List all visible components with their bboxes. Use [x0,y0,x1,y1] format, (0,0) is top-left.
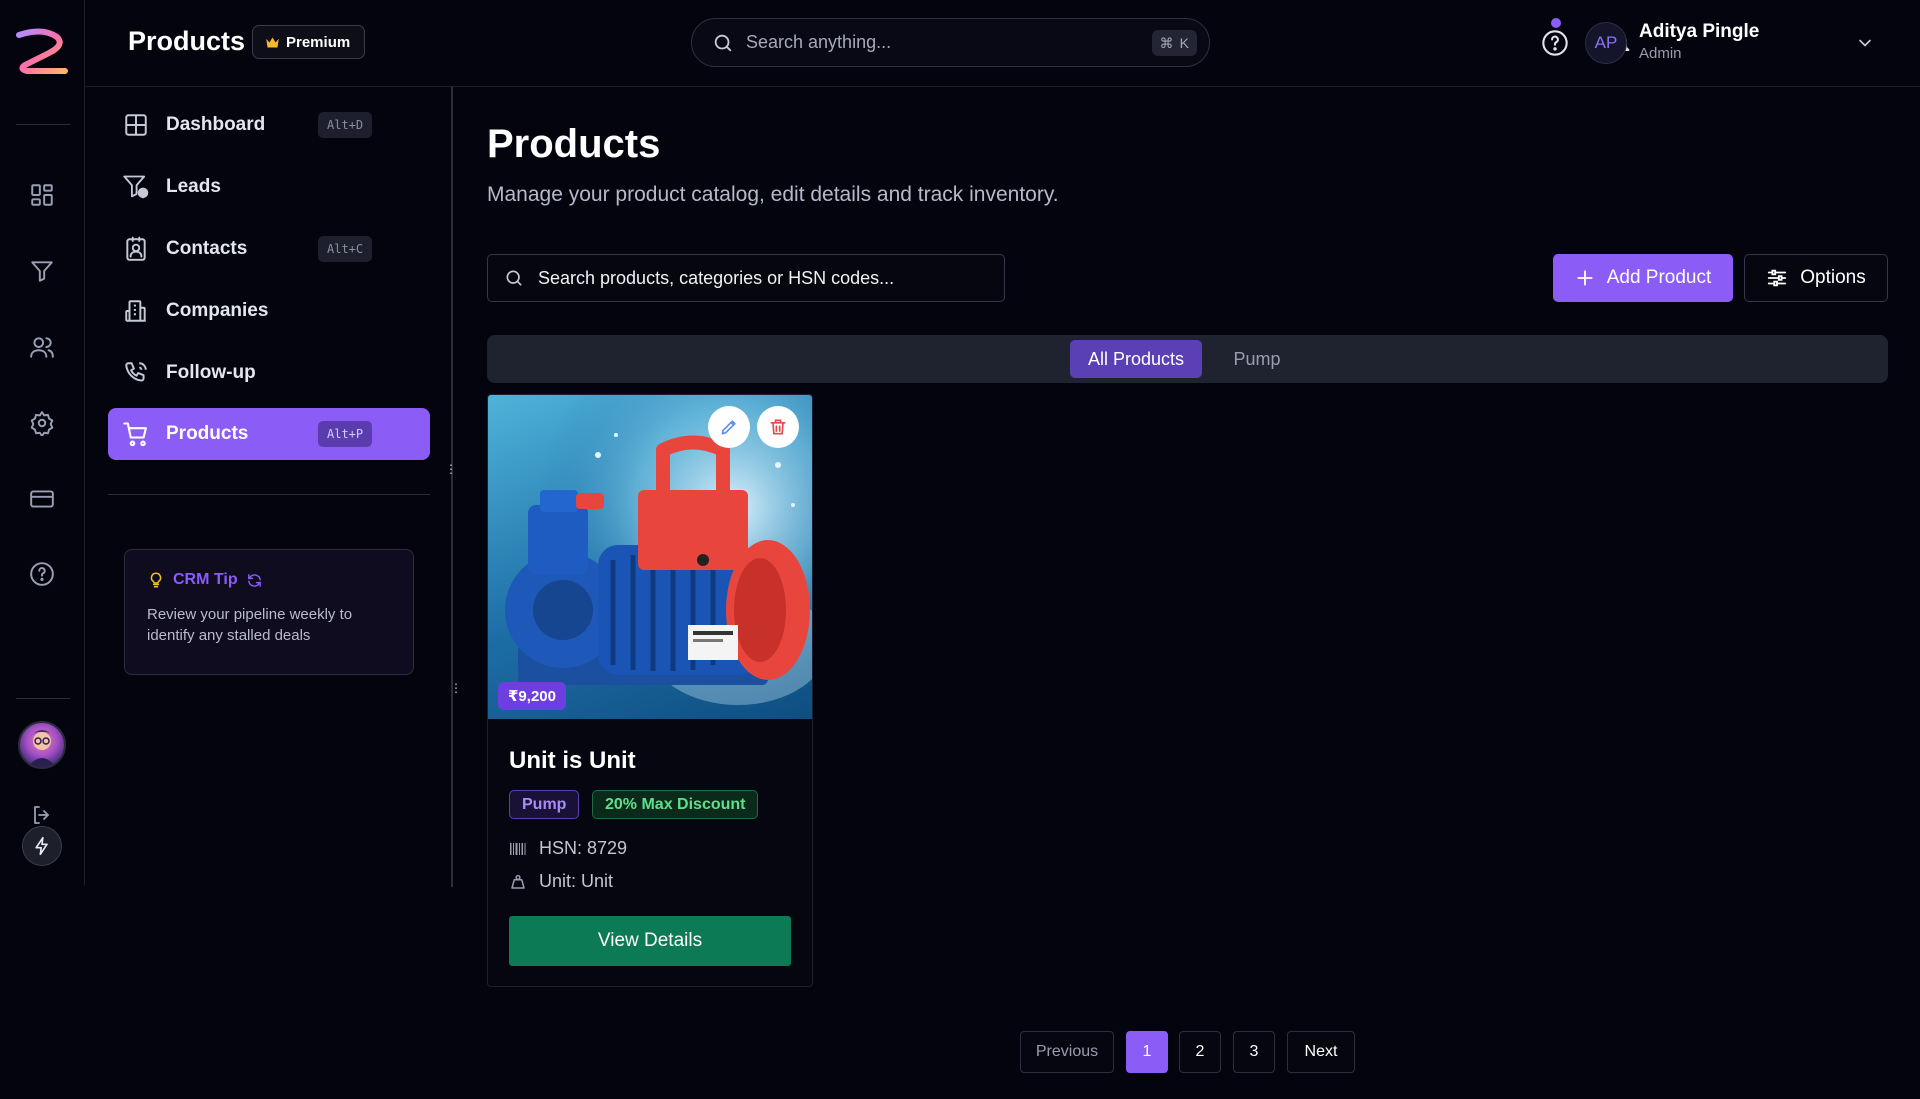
users-icon[interactable] [27,332,57,362]
side-menu: Dashboard Alt+D $ Leads Contacts Alt+C C… [86,87,462,887]
search-icon [504,268,524,288]
price-badge: ₹9,200 [498,682,566,710]
product-card[interactable]: ₹9,200 Unit is Unit Pump 20% Max Discoun… [487,394,813,987]
sidebar-item-products[interactable]: Products Alt+P [108,408,430,460]
options-button[interactable]: Options [1744,254,1888,302]
page-1-button[interactable]: 1 [1126,1031,1168,1073]
user-avatar[interactable]: AP [1585,22,1627,64]
sidebar-item-contacts[interactable]: Contacts Alt+C [108,223,430,275]
svg-text:$: $ [140,189,145,198]
chevron-down-icon[interactable] [1855,33,1875,53]
dashboard-icon[interactable] [27,180,57,210]
crown-icon [265,36,280,49]
sidebar-item-follow-up[interactable]: Follow-up [108,347,430,399]
hsn-text: HSN: 8729 [539,838,628,858]
global-search[interactable]: Search anything... ⌘ K [691,18,1210,67]
product-search-input[interactable]: Search products, categories or HSN codes… [487,254,1005,302]
global-search-placeholder: Search anything... [746,32,892,52]
previous-page-button[interactable]: Previous [1020,1031,1114,1073]
page-2-button[interactable]: 2 [1179,1031,1221,1073]
bolt-icon[interactable] [22,826,62,866]
product-search-placeholder: Search products, categories or HSN codes… [538,267,895,288]
user-name[interactable]: Aditya Pingle [1639,21,1759,43]
leads-funnel-icon: $ [122,173,150,201]
sliders-icon [1766,267,1788,289]
shortcut-badge: Alt+C [318,236,373,262]
unit-text: Unit: Unit [539,871,614,891]
help-icon[interactable] [27,559,57,589]
options-label: Options [1800,267,1866,288]
sidebar-item-label: Products [166,423,249,444]
delete-button[interactable] [757,406,799,448]
command-icon: ⌘ [1159,34,1174,51]
premium-badge[interactable]: Premium [252,25,366,59]
user-role: Admin [1639,45,1682,62]
card-icon[interactable] [27,484,57,514]
rail-divider [16,124,70,125]
tab-all-products[interactable]: All Products [1070,340,1202,378]
contacts-icon [122,235,150,263]
sidebar-item-companies[interactable]: Companies [108,285,430,337]
unit-row: Unit: Unit [509,871,613,892]
tip-title: CRM Tip [173,571,238,588]
phone-icon [122,359,150,387]
search-shortcut: ⌘ K [1151,30,1197,56]
weight-icon [509,873,527,891]
shortcut-badge: Alt+D [318,112,373,138]
notification-dot [1551,18,1561,28]
hsn-row: HSN: 8729 [509,838,627,859]
resize-handle[interactable]: ⋮ [450,682,462,703]
view-details-button[interactable]: View Details [509,916,791,966]
premium-label: Premium [286,33,351,51]
sidebar-divider [108,494,430,495]
add-product-button[interactable]: Add Product [1553,254,1733,302]
top-bar: Products Premium Search anything... ⌘ K … [86,0,1920,87]
settings-icon[interactable] [27,408,57,438]
refresh-icon[interactable] [246,572,263,589]
tip-text: Review your pipeline weekly to identify … [147,606,353,644]
search-icon [712,32,734,54]
sidebar-item-dashboard[interactable]: Dashboard Alt+D [108,99,430,151]
barcode-icon [509,841,527,857]
plus-icon [1575,268,1595,288]
page-title: Products [487,122,661,166]
profile-avatar[interactable] [18,721,66,769]
category-filter-bar: All Products Pump [487,335,1888,383]
pencil-icon [719,417,739,437]
sidebar-item-label: Contacts [166,238,248,259]
page-heading: Products [128,26,246,56]
sidebar-item-label: Companies [166,300,269,321]
sidebar-item-label: Dashboard [166,114,266,135]
cart-icon [122,420,150,448]
crm-tip-card: CRM Tip Review your pipeline weekly to i… [124,549,414,675]
logo-icon[interactable] [13,25,71,79]
category-tag: Pump [509,790,580,819]
filter-icon[interactable] [27,256,57,286]
sidebar-item-leads[interactable]: $ Leads [108,161,430,213]
icon-rail [0,0,85,886]
sidebar-item-label: Follow-up [166,362,256,383]
sidebar-item-label: Leads [166,176,221,197]
shortcut-badge: Alt+P [318,421,373,447]
tab-pump[interactable]: Pump [1209,340,1305,378]
page-3-button[interactable]: 3 [1233,1031,1275,1073]
trash-icon [768,417,788,437]
product-name: Unit is Unit [509,747,636,774]
add-product-label: Add Product [1606,267,1712,288]
help-icon[interactable] [1539,27,1571,59]
dashboard-icon [122,111,150,139]
page-subtitle: Manage your product catalog, edit detail… [487,183,1059,206]
rail-divider [16,698,70,699]
next-page-button[interactable]: Next [1287,1031,1355,1073]
product-image: ₹9,200 [488,395,812,719]
edit-button[interactable] [708,406,750,448]
building-icon [122,297,150,325]
resize-handle[interactable]: ⋮ [445,463,457,484]
lightbulb-icon [147,570,165,590]
discount-tag: 20% Max Discount [592,790,759,819]
